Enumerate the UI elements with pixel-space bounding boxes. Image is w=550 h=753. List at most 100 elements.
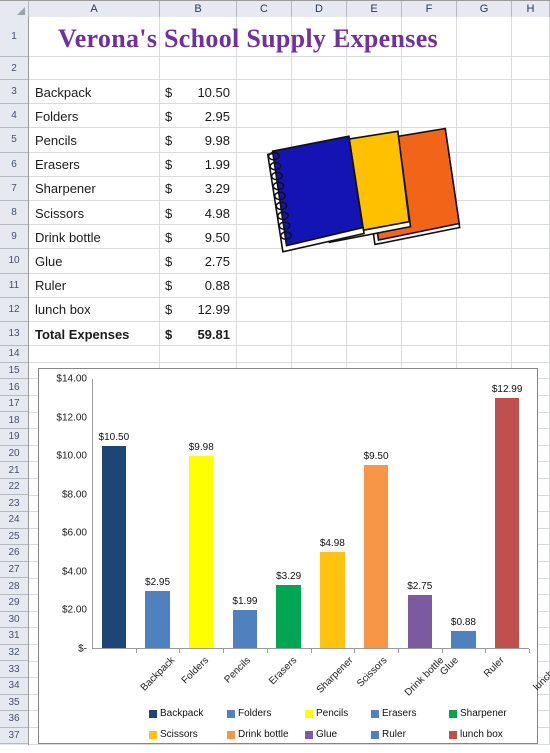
column-header-g[interactable]: G — [457, 1, 512, 17]
row-header-15[interactable]: 15 — [0, 362, 28, 380]
cell-b11[interactable]: 0.88 — [172, 274, 230, 298]
cell-b12[interactable]: 12.99 — [172, 298, 230, 322]
row-header-37[interactable]: 37 — [0, 727, 28, 745]
select-all-button[interactable] — [0, 1, 29, 17]
row-header-8[interactable]: 8 — [0, 200, 28, 226]
row-header-6[interactable]: 6 — [0, 152, 28, 177]
row-header-35[interactable]: 35 — [0, 694, 28, 712]
row-header-22[interactable]: 22 — [0, 478, 28, 496]
row-header-10[interactable]: 10 — [0, 249, 28, 274]
chart-bar[interactable] — [320, 552, 345, 648]
row-header-20[interactable]: 20 — [0, 445, 28, 463]
column-header-h[interactable]: H — [512, 1, 550, 17]
row-header-18[interactable]: 18 — [0, 412, 28, 430]
column-header-c[interactable]: C — [237, 1, 292, 17]
cell-a3[interactable]: Backpack — [35, 80, 170, 104]
row-header-19[interactable]: 19 — [0, 429, 28, 446]
cell-b8[interactable]: 4.98 — [172, 201, 230, 225]
column-header-a[interactable]: A — [29, 1, 160, 17]
cell-b10[interactable]: 2.75 — [172, 249, 230, 273]
chart-bar[interactable] — [101, 446, 127, 648]
cell-b5[interactable]: 9.98 — [172, 128, 230, 152]
row-header-29[interactable]: 29 — [0, 594, 28, 612]
column-header-d[interactable]: D — [292, 1, 347, 17]
row-header-5[interactable]: 5 — [0, 128, 28, 153]
row-header-32[interactable]: 32 — [0, 644, 28, 662]
row-header-23[interactable]: 23 — [0, 495, 28, 512]
row-header-26[interactable]: 26 — [0, 545, 28, 562]
row-header-31[interactable]: 31 — [0, 628, 28, 645]
cell-b7[interactable]: 3.29 — [172, 177, 230, 201]
legend-swatch-icon — [305, 709, 313, 718]
row-header-7[interactable]: 7 — [0, 176, 28, 201]
cell-b4[interactable]: 2.95 — [172, 104, 230, 128]
row-header-21[interactable]: 21 — [0, 462, 28, 479]
select-all-triangle-icon — [17, 7, 25, 15]
legend-item[interactable]: Scissors — [149, 729, 198, 740]
column-header-b[interactable]: B — [160, 1, 237, 17]
row-header-25[interactable]: 25 — [0, 528, 28, 546]
legend-item[interactable]: Folders — [227, 708, 271, 719]
legend-item[interactable]: Pencils — [305, 708, 348, 719]
grid-hline — [29, 56, 550, 57]
row-header-14[interactable]: 14 — [0, 346, 28, 363]
legend-item[interactable]: lunch box — [449, 729, 503, 740]
legend-item[interactable]: Drink bottle — [227, 729, 289, 740]
cell-a4[interactable]: Folders — [35, 104, 170, 128]
row-header-16[interactable]: 16 — [0, 379, 28, 396]
row-header-24[interactable]: 24 — [0, 512, 28, 529]
row-header-13[interactable]: 13 — [0, 321, 28, 347]
cell-a8[interactable]: Scissors — [35, 201, 170, 225]
cell-b6[interactable]: 1.99 — [172, 153, 230, 177]
row-header-1[interactable]: 1 — [0, 17, 28, 57]
chart-bar[interactable] — [407, 595, 432, 648]
row-header-28[interactable]: 28 — [0, 578, 28, 595]
chart-bar[interactable] — [451, 631, 476, 648]
row-header-2[interactable]: 2 — [0, 57, 28, 80]
chart-bar[interactable] — [232, 609, 258, 648]
row-header-3[interactable]: 3 — [0, 80, 28, 105]
chart-bar[interactable] — [363, 465, 389, 648]
cell-a10[interactable]: Glue — [35, 249, 170, 273]
cell-b9[interactable]: 9.50 — [172, 225, 230, 249]
cell-a6[interactable]: Erasers — [35, 153, 170, 177]
expenses-bar-chart[interactable]: $- $2.00 $4.00 $6.00 $8.00 $10.00 $12.00 $14.00… — [38, 368, 550, 744]
chart-bar[interactable] — [494, 398, 520, 648]
column-header-f[interactable]: F — [402, 1, 457, 17]
legend-swatch-icon — [449, 730, 457, 739]
row-header-12[interactable]: 12 — [0, 297, 28, 322]
chart-plot-area: $- $2.00 $4.00 $6.00 $8.00 $10.00 $12.00 $14.00… — [56, 374, 550, 699]
column-header-e[interactable]: E — [347, 1, 402, 17]
row-header-11[interactable]: 11 — [0, 273, 28, 298]
page-title: Verona's School Supply Expenses — [58, 24, 438, 53]
cell-b13[interactable]: 59.81 — [172, 322, 230, 346]
legend-item[interactable]: Glue — [305, 729, 337, 740]
y-axis-tick-label: $6.00 — [61, 527, 87, 539]
row-header-34[interactable]: 34 — [0, 677, 28, 695]
cell-a13[interactable]: Total Expenses — [35, 322, 170, 346]
cell-b3[interactable]: 10.50 — [172, 80, 230, 104]
row-header-17[interactable]: 17 — [0, 395, 28, 413]
cell-a11[interactable]: Ruler — [35, 274, 170, 298]
legend-item[interactable]: Backpack — [149, 708, 203, 719]
chart-bar[interactable] — [189, 456, 214, 648]
legend-item[interactable]: Sharpener — [449, 708, 507, 719]
chart-bar-value-label: $4.98 — [319, 538, 345, 550]
legend-item[interactable]: Ruler — [371, 729, 406, 740]
cell-a5[interactable]: Pencils — [35, 128, 170, 152]
chart-bar[interactable] — [276, 584, 301, 648]
row-header-36[interactable]: 36 — [0, 711, 28, 728]
row-header-9[interactable]: 9 — [0, 225, 28, 250]
row-header-27[interactable]: 27 — [0, 561, 28, 579]
legend-item[interactable]: Erasers — [371, 708, 416, 719]
row-header-30[interactable]: 30 — [0, 611, 28, 629]
x-axis-tick-label: Scissors — [355, 655, 390, 690]
chart-bar[interactable] — [145, 591, 170, 648]
cell-a12[interactable]: lunch box — [35, 298, 170, 322]
x-axis-tick-label: Erasers — [267, 655, 300, 688]
cell-a9[interactable]: Drink bottle — [35, 225, 170, 249]
chart-bar-value-label: $12.99 — [491, 384, 523, 396]
row-header-33[interactable]: 33 — [0, 661, 28, 678]
row-header-4[interactable]: 4 — [0, 104, 28, 129]
cell-a7[interactable]: Sharpener — [35, 177, 170, 201]
